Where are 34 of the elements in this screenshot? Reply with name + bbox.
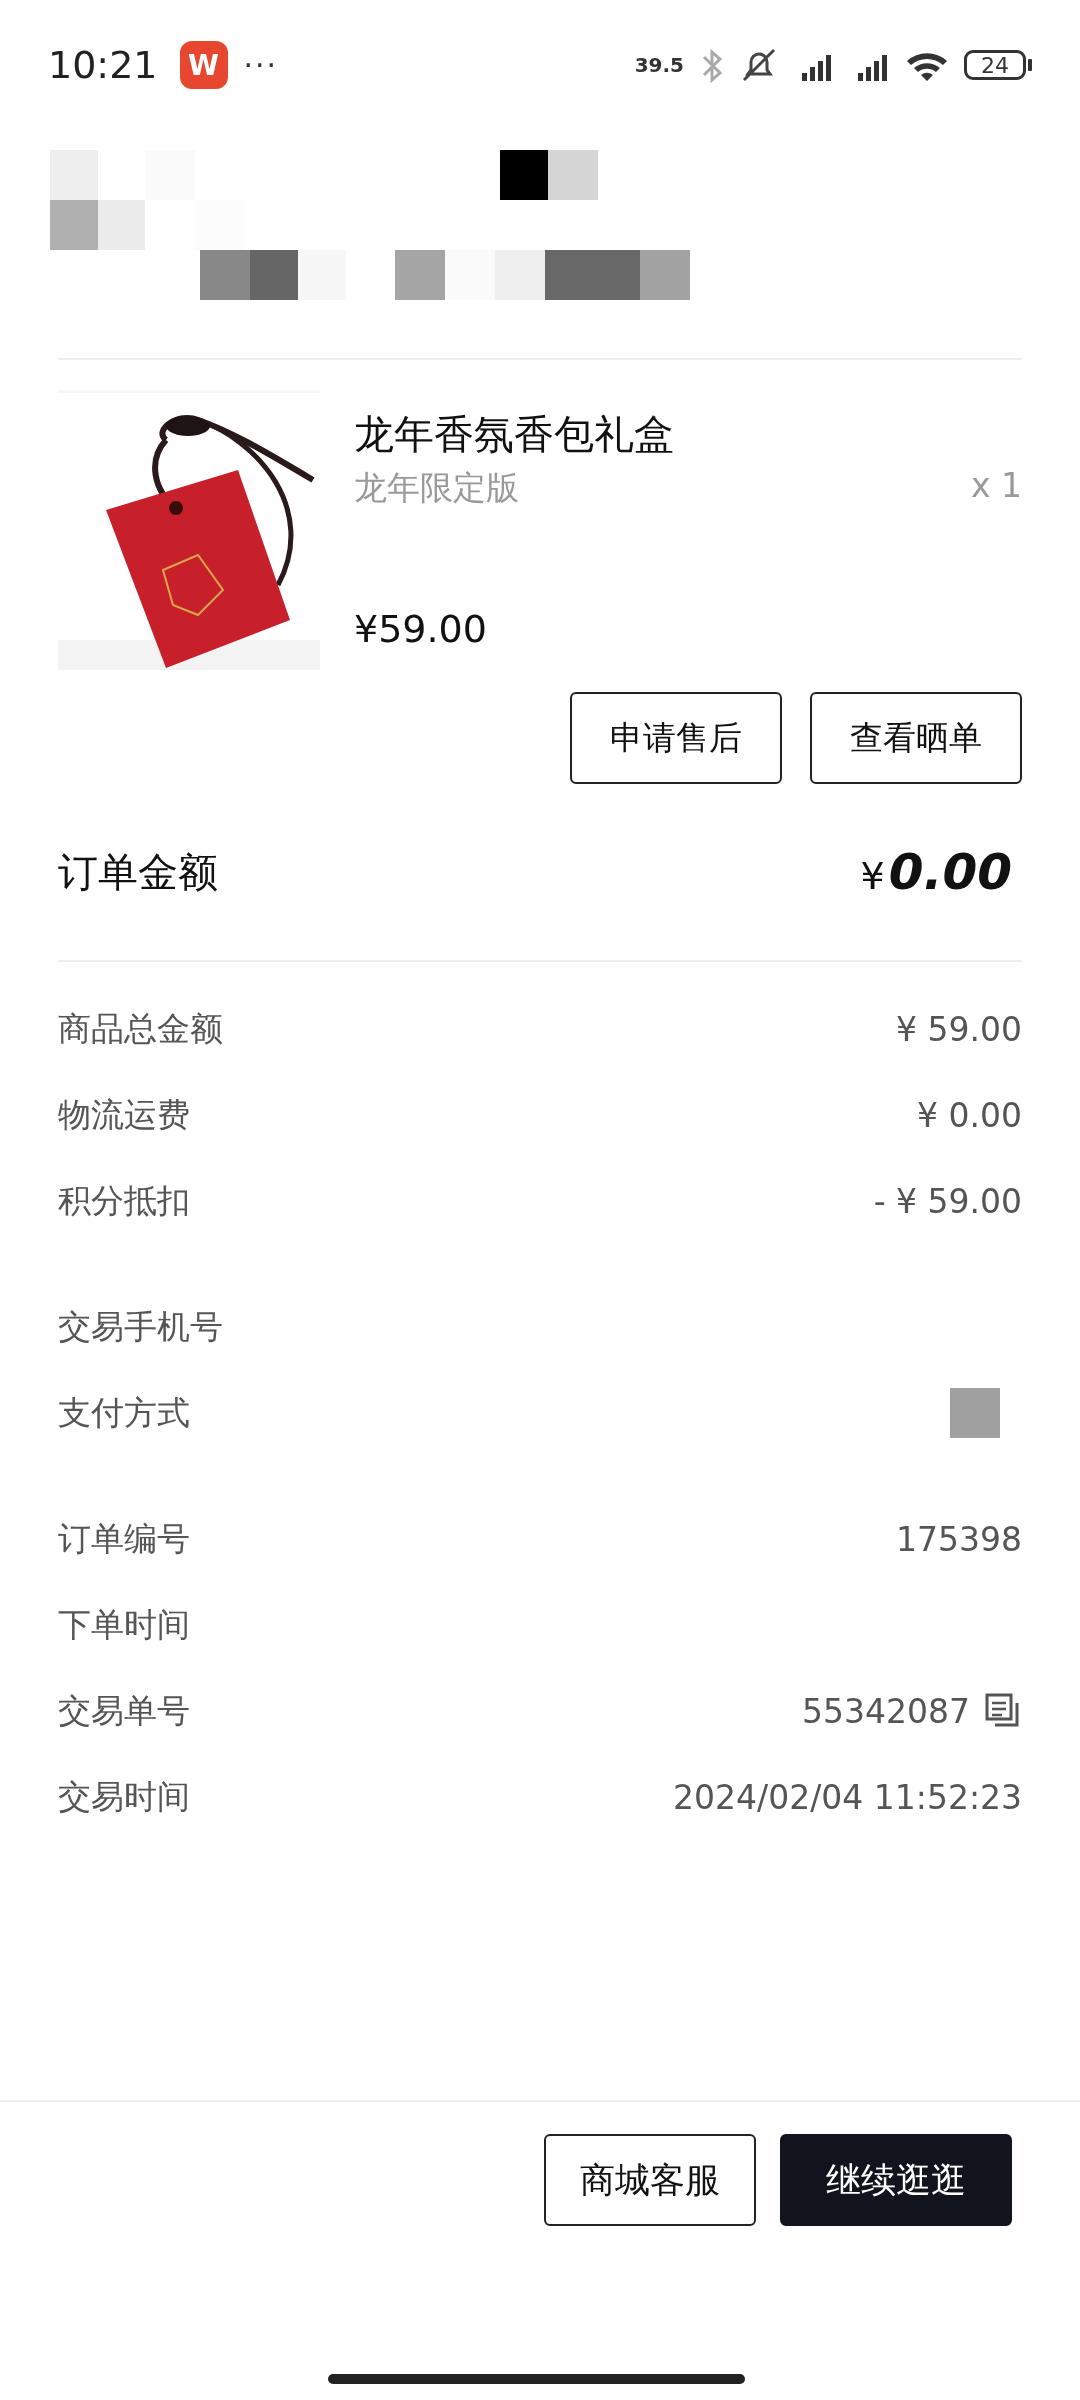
product-title: 龙年香氛香包礼盒: [354, 410, 675, 459]
action-button[interactable]: 申请售后: [570, 692, 782, 784]
detail-value: ¥ 0.00: [917, 1095, 1022, 1135]
product-price: ¥59.00: [354, 607, 488, 651]
app-notification-icon: W: [179, 41, 228, 89]
detail-label: 交易手机号: [58, 1305, 223, 1348]
customer-service-button[interactable]: 商城客服: [544, 2134, 756, 2226]
detail-label: 商品总金额: [58, 1007, 223, 1050]
detail-value: ¥ 59.00: [896, 1009, 1022, 1049]
detail-label: 订单编号: [58, 1517, 190, 1560]
detail-label: 交易单号: [58, 1689, 190, 1732]
action-button[interactable]: 查看晒单: [810, 692, 1022, 784]
detail-label: 交易时间: [58, 1775, 190, 1818]
detail-label: 支付方式: [58, 1391, 190, 1434]
order-amount: 0.00: [888, 843, 1012, 901]
mute-bell-icon: [740, 46, 778, 84]
more-notifications-indicator: ···: [243, 47, 279, 83]
detail-label: 物流运费: [58, 1093, 190, 1136]
detail-value: 175398: [896, 1519, 1022, 1559]
detail-value: - ¥ 59.00: [873, 1181, 1022, 1221]
continue-shopping-button[interactable]: 继续逛逛: [780, 2134, 1012, 2226]
detail-label: 下单时间: [58, 1603, 190, 1646]
copy-icon[interactable]: [984, 1692, 1022, 1730]
detail-label: 积分抵扣: [58, 1179, 190, 1222]
detail-value: 55342087: [802, 1691, 970, 1731]
detail-value: 2024/02/04 11:52:23: [673, 1777, 1022, 1817]
clock: 10:21: [48, 43, 158, 87]
redaction-block: [950, 1388, 1000, 1438]
product-variant: 龙年限定版: [354, 467, 519, 509]
battery-level: 24: [964, 50, 1026, 80]
order-amount-label: 订单金额: [58, 847, 218, 897]
product-quantity: x 1: [971, 466, 1022, 507]
network-speed: 39.5: [634, 55, 684, 75]
currency-symbol: ¥: [860, 854, 885, 898]
